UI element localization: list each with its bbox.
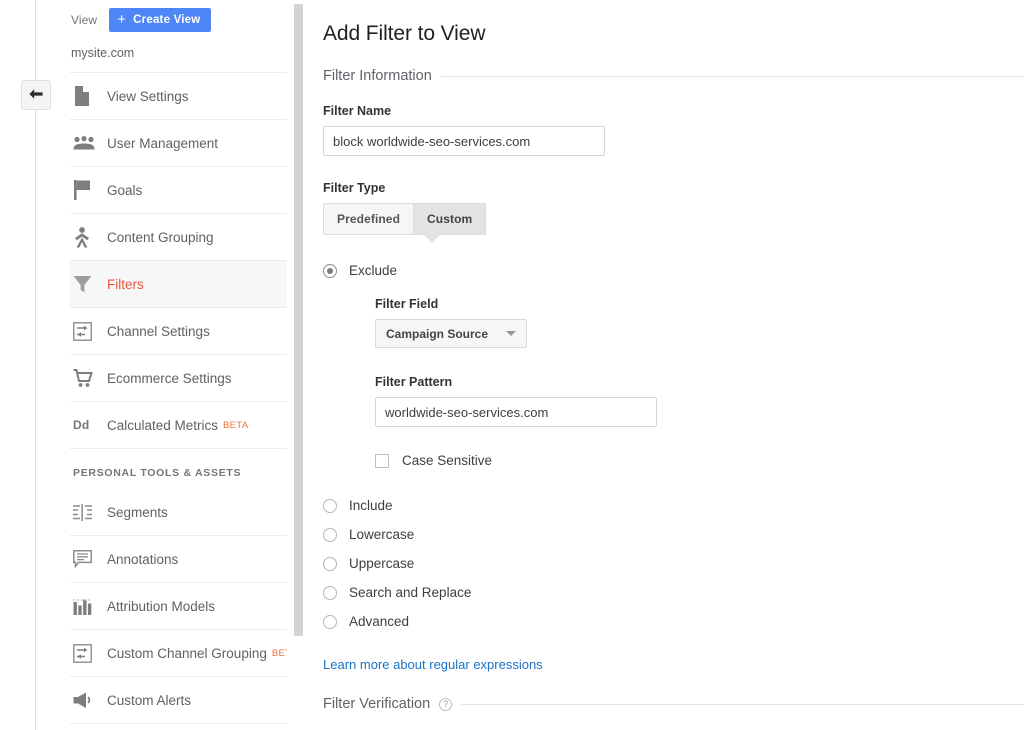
section-title: Filter Verification <box>323 696 431 712</box>
sidebar-item-annotations[interactable]: Annotations <box>70 536 287 583</box>
sidebar-view-header: View + Create View <box>70 0 287 40</box>
main-content: Add Filter to View Filter Information Fi… <box>323 0 1024 730</box>
radio-uppercase[interactable]: Uppercase <box>323 556 1024 571</box>
filter-field-select[interactable]: Campaign Source <box>375 319 528 348</box>
sidebar-item-label: Calculated Metrics <box>107 417 219 433</box>
section-divider <box>461 703 1024 705</box>
radio-search-and-replace-indicator <box>323 585 337 600</box>
analytics-admin-page: View + Create View mysite.com View Setti… <box>0 0 1024 730</box>
filter-pattern-input[interactable] <box>375 397 657 427</box>
dd-icon: Dd <box>73 418 90 432</box>
case-sensitive-label: Case Sensitive <box>402 453 493 468</box>
help-icon[interactable]: ? <box>439 697 453 711</box>
radio-uppercase-indicator <box>323 556 337 571</box>
tab-custom[interactable]: Custom <box>413 203 487 235</box>
radio-include-indicator <box>323 498 337 513</box>
cart-icon <box>73 368 107 388</box>
radio-include[interactable]: Include <box>323 498 1024 513</box>
sidebar-item-label: Goals <box>107 182 143 198</box>
create-view-label: Create View <box>133 14 201 26</box>
bar-chart-icon <box>73 597 107 615</box>
filter-verification-header: Filter Verification ? <box>323 696 1024 712</box>
radio-search-and-replace-label: Search and Replace <box>349 585 472 600</box>
flag-icon <box>73 180 107 200</box>
arrow-left-icon <box>28 88 44 102</box>
radio-exclude-indicator <box>323 263 337 278</box>
sidebar-item-label: Segments <box>107 504 168 520</box>
case-sensitive-checkbox[interactable] <box>375 453 389 468</box>
sidebar-item-label: Custom Alerts <box>107 692 192 708</box>
radio-advanced[interactable]: Advanced <box>323 614 1024 629</box>
sidebar-item-content-grouping[interactable]: Content Grouping <box>70 214 287 261</box>
view-label: View <box>71 13 98 27</box>
case-sensitive-checkbox-row[interactable]: Case Sensitive <box>375 453 1024 468</box>
chevron-down-icon <box>506 331 517 336</box>
megaphone-icon <box>73 692 107 709</box>
users-icon <box>73 136 107 150</box>
sidebar-section-heading: PERSONAL TOOLS & ASSETS <box>73 467 242 479</box>
filter-field-label: Filter Field <box>375 297 439 311</box>
sidebar-scrollbar-thumb[interactable] <box>294 4 303 636</box>
back-button[interactable] <box>21 80 51 110</box>
radio-lowercase-indicator <box>323 527 337 542</box>
sidebar-item-custom-alerts[interactable]: Custom Alerts <box>70 677 287 724</box>
sidebar-item-label: View Settings <box>107 88 189 104</box>
sidebar-item-calculated-metrics[interactable]: Dd Calculated Metrics BETA <box>70 402 287 449</box>
sidebar-item-label: Content Grouping <box>107 229 214 245</box>
channel-icon <box>73 321 107 341</box>
radio-lowercase-label: Lowercase <box>349 527 415 542</box>
sidebar-item-label: User Management <box>107 135 219 151</box>
sidebar-item-channel-settings[interactable]: Channel Settings <box>70 308 287 355</box>
radio-include-label: Include <box>349 498 393 513</box>
sidebar-item-attribution-models[interactable]: Attribution Models <box>70 583 287 630</box>
radio-exclude[interactable]: Exclude <box>323 263 1024 278</box>
radio-search-and-replace[interactable]: Search and Replace <box>323 585 1024 600</box>
section-title: Filter Information <box>323 68 432 84</box>
document-icon <box>73 86 107 106</box>
sidebar-item-custom-channel-grouping[interactable]: Custom Channel Grouping BETA <box>70 630 287 677</box>
radio-lowercase[interactable]: Lowercase <box>323 527 1024 542</box>
sidebar-item-label: Channel Settings <box>107 323 210 339</box>
sidebar-item-filters[interactable]: Filters <box>70 261 287 308</box>
channel-icon <box>73 643 107 663</box>
radio-uppercase-label: Uppercase <box>349 556 415 571</box>
sidebar-item-user-management[interactable]: User Management <box>70 120 287 167</box>
property-name: mysite.com <box>70 40 287 73</box>
regex-help-link[interactable]: Learn more about regular expressions <box>323 657 543 672</box>
sidebar-item-label: Ecommerce Settings <box>107 370 232 386</box>
filter-type-label: Filter Type <box>323 181 386 195</box>
plus-icon: + <box>117 11 127 28</box>
person-icon <box>73 226 107 248</box>
sidebar-item-goals[interactable]: Goals <box>70 167 287 214</box>
tab-caret-icon <box>423 234 441 243</box>
beta-badge: BETA <box>223 419 249 431</box>
radio-advanced-label: Advanced <box>349 614 410 629</box>
sidebar-item-segments[interactable]: Segments <box>70 489 287 536</box>
filter-type-tabs: Predefined Custom <box>323 203 487 243</box>
comment-icon <box>73 550 107 568</box>
filter-name-label: Filter Name <box>323 104 392 118</box>
sidebar-item-label: Filters <box>107 276 144 292</box>
tab-predefined[interactable]: Predefined <box>323 203 414 235</box>
section-divider <box>440 75 1024 77</box>
radio-advanced-indicator <box>323 614 337 629</box>
admin-sidebar: View + Create View mysite.com View Setti… <box>70 0 287 730</box>
filter-field-value: Campaign Source <box>386 326 489 341</box>
exclude-options-group: Filter Field Campaign Source Filter Patt… <box>375 297 1024 468</box>
sidebar-item-label: Attribution Models <box>107 598 216 614</box>
filter-name-input[interactable] <box>323 126 605 156</box>
create-view-button[interactable]: + Create View <box>109 8 212 32</box>
segments-icon <box>73 503 107 521</box>
filter-pattern-label: Filter Pattern <box>375 375 453 389</box>
sidebar-item-view-settings[interactable]: View Settings <box>70 73 287 120</box>
beta-badge: BETA <box>271 647 287 659</box>
sidebar-item-label: Custom Channel Grouping <box>107 645 267 661</box>
sidebar-item-ecommerce-settings[interactable]: Ecommerce Settings <box>70 355 287 402</box>
radio-exclude-label: Exclude <box>349 263 398 278</box>
funnel-icon <box>73 275 107 294</box>
filter-information-header: Filter Information <box>323 68 1024 84</box>
page-title: Add Filter to View <box>323 22 486 45</box>
sidebar-item-label: Annotations <box>107 551 179 567</box>
filter-mode-options: Include Lowercase Uppercase Search and R… <box>323 498 1024 629</box>
